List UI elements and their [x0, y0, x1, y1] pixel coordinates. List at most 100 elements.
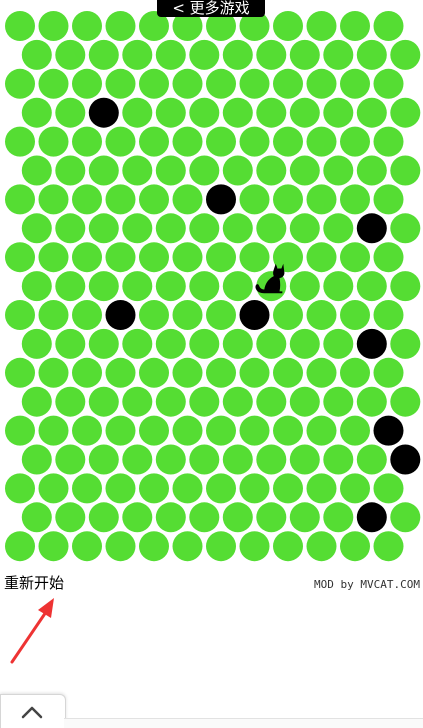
open-cell[interactable] [289, 271, 320, 302]
open-cell[interactable] [155, 155, 186, 186]
open-cell[interactable] [139, 242, 169, 273]
open-cell[interactable] [256, 97, 287, 128]
open-cell[interactable] [273, 126, 303, 157]
open-cell[interactable] [38, 531, 69, 562]
open-cell[interactable] [323, 271, 354, 302]
open-cell[interactable] [155, 328, 186, 359]
open-cell[interactable] [306, 126, 337, 157]
open-cell[interactable] [390, 213, 421, 244]
open-cell[interactable] [21, 328, 52, 359]
open-cell[interactable] [206, 300, 236, 330]
open-cell[interactable] [222, 328, 253, 359]
open-cell[interactable] [155, 502, 186, 533]
open-cell[interactable] [122, 97, 153, 128]
open-cell[interactable] [206, 531, 236, 562]
open-cell[interactable] [373, 242, 404, 273]
open-cell[interactable] [273, 11, 303, 41]
open-cell[interactable] [88, 502, 119, 533]
open-cell[interactable] [55, 386, 86, 417]
open-cell[interactable] [340, 300, 370, 330]
open-cell[interactable] [139, 357, 169, 388]
open-cell[interactable] [72, 242, 102, 273]
open-cell[interactable] [390, 39, 421, 70]
open-cell[interactable] [122, 155, 153, 186]
open-cell[interactable] [289, 213, 320, 244]
open-cell[interactable] [38, 300, 69, 330]
open-cell[interactable] [356, 97, 387, 128]
open-cell[interactable] [390, 155, 421, 186]
open-cell[interactable] [155, 97, 186, 128]
open-cell[interactable] [55, 39, 86, 70]
open-cell[interactable] [356, 444, 387, 475]
restart-button[interactable]: 重新开始 [4, 573, 64, 593]
open-cell[interactable] [72, 473, 102, 504]
open-cell[interactable] [105, 242, 136, 273]
open-cell[interactable] [5, 126, 35, 157]
open-cell[interactable] [256, 213, 287, 244]
open-cell[interactable] [189, 502, 220, 533]
open-cell[interactable] [139, 300, 169, 330]
open-cell[interactable] [306, 11, 337, 41]
open-cell[interactable] [189, 386, 220, 417]
open-cell[interactable] [289, 502, 320, 533]
more-games-button[interactable]: < 更多游戏 [157, 0, 265, 17]
open-cell[interactable] [222, 39, 253, 70]
open-cell[interactable] [5, 473, 35, 504]
open-cell[interactable] [373, 11, 404, 41]
open-cell[interactable] [122, 386, 153, 417]
open-cell[interactable] [340, 242, 370, 273]
open-cell[interactable] [323, 328, 354, 359]
open-cell[interactable] [256, 39, 287, 70]
open-cell[interactable] [105, 531, 136, 562]
open-cell[interactable] [88, 213, 119, 244]
open-cell[interactable] [323, 97, 354, 128]
open-cell[interactable] [155, 444, 186, 475]
open-cell[interactable] [273, 473, 303, 504]
open-cell[interactable] [21, 502, 52, 533]
open-cell[interactable] [356, 39, 387, 70]
open-cell[interactable] [5, 357, 35, 388]
open-cell[interactable] [206, 68, 236, 99]
open-cell[interactable] [323, 444, 354, 475]
open-cell[interactable] [256, 444, 287, 475]
open-cell[interactable] [88, 271, 119, 302]
open-cell[interactable] [306, 242, 337, 273]
open-cell[interactable] [72, 531, 102, 562]
open-cell[interactable] [21, 444, 52, 475]
open-cell[interactable] [340, 415, 370, 446]
open-cell[interactable] [256, 155, 287, 186]
open-cell[interactable] [306, 357, 337, 388]
open-cell[interactable] [306, 473, 337, 504]
open-cell[interactable] [105, 11, 136, 41]
open-cell[interactable] [239, 184, 270, 215]
open-cell[interactable] [306, 184, 337, 215]
open-cell[interactable] [38, 415, 69, 446]
open-cell[interactable] [323, 39, 354, 70]
open-cell[interactable] [306, 531, 337, 562]
open-cell[interactable] [38, 473, 69, 504]
open-cell[interactable] [273, 531, 303, 562]
open-cell[interactable] [21, 271, 52, 302]
open-cell[interactable] [340, 357, 370, 388]
open-cell[interactable] [273, 300, 303, 330]
open-cell[interactable] [356, 155, 387, 186]
open-cell[interactable] [122, 444, 153, 475]
open-cell[interactable] [38, 68, 69, 99]
open-cell[interactable] [189, 328, 220, 359]
open-cell[interactable] [122, 271, 153, 302]
open-cell[interactable] [172, 357, 203, 388]
open-cell[interactable] [105, 68, 136, 99]
open-cell[interactable] [139, 473, 169, 504]
game-board[interactable] [0, 0, 423, 570]
open-cell[interactable] [172, 68, 203, 99]
open-cell[interactable] [206, 415, 236, 446]
open-cell[interactable] [373, 357, 404, 388]
open-cell[interactable] [239, 68, 270, 99]
open-cell[interactable] [390, 328, 421, 359]
open-cell[interactable] [222, 502, 253, 533]
open-cell[interactable] [105, 357, 136, 388]
open-cell[interactable] [55, 444, 86, 475]
open-cell[interactable] [222, 213, 253, 244]
open-cell[interactable] [289, 39, 320, 70]
open-cell[interactable] [289, 444, 320, 475]
